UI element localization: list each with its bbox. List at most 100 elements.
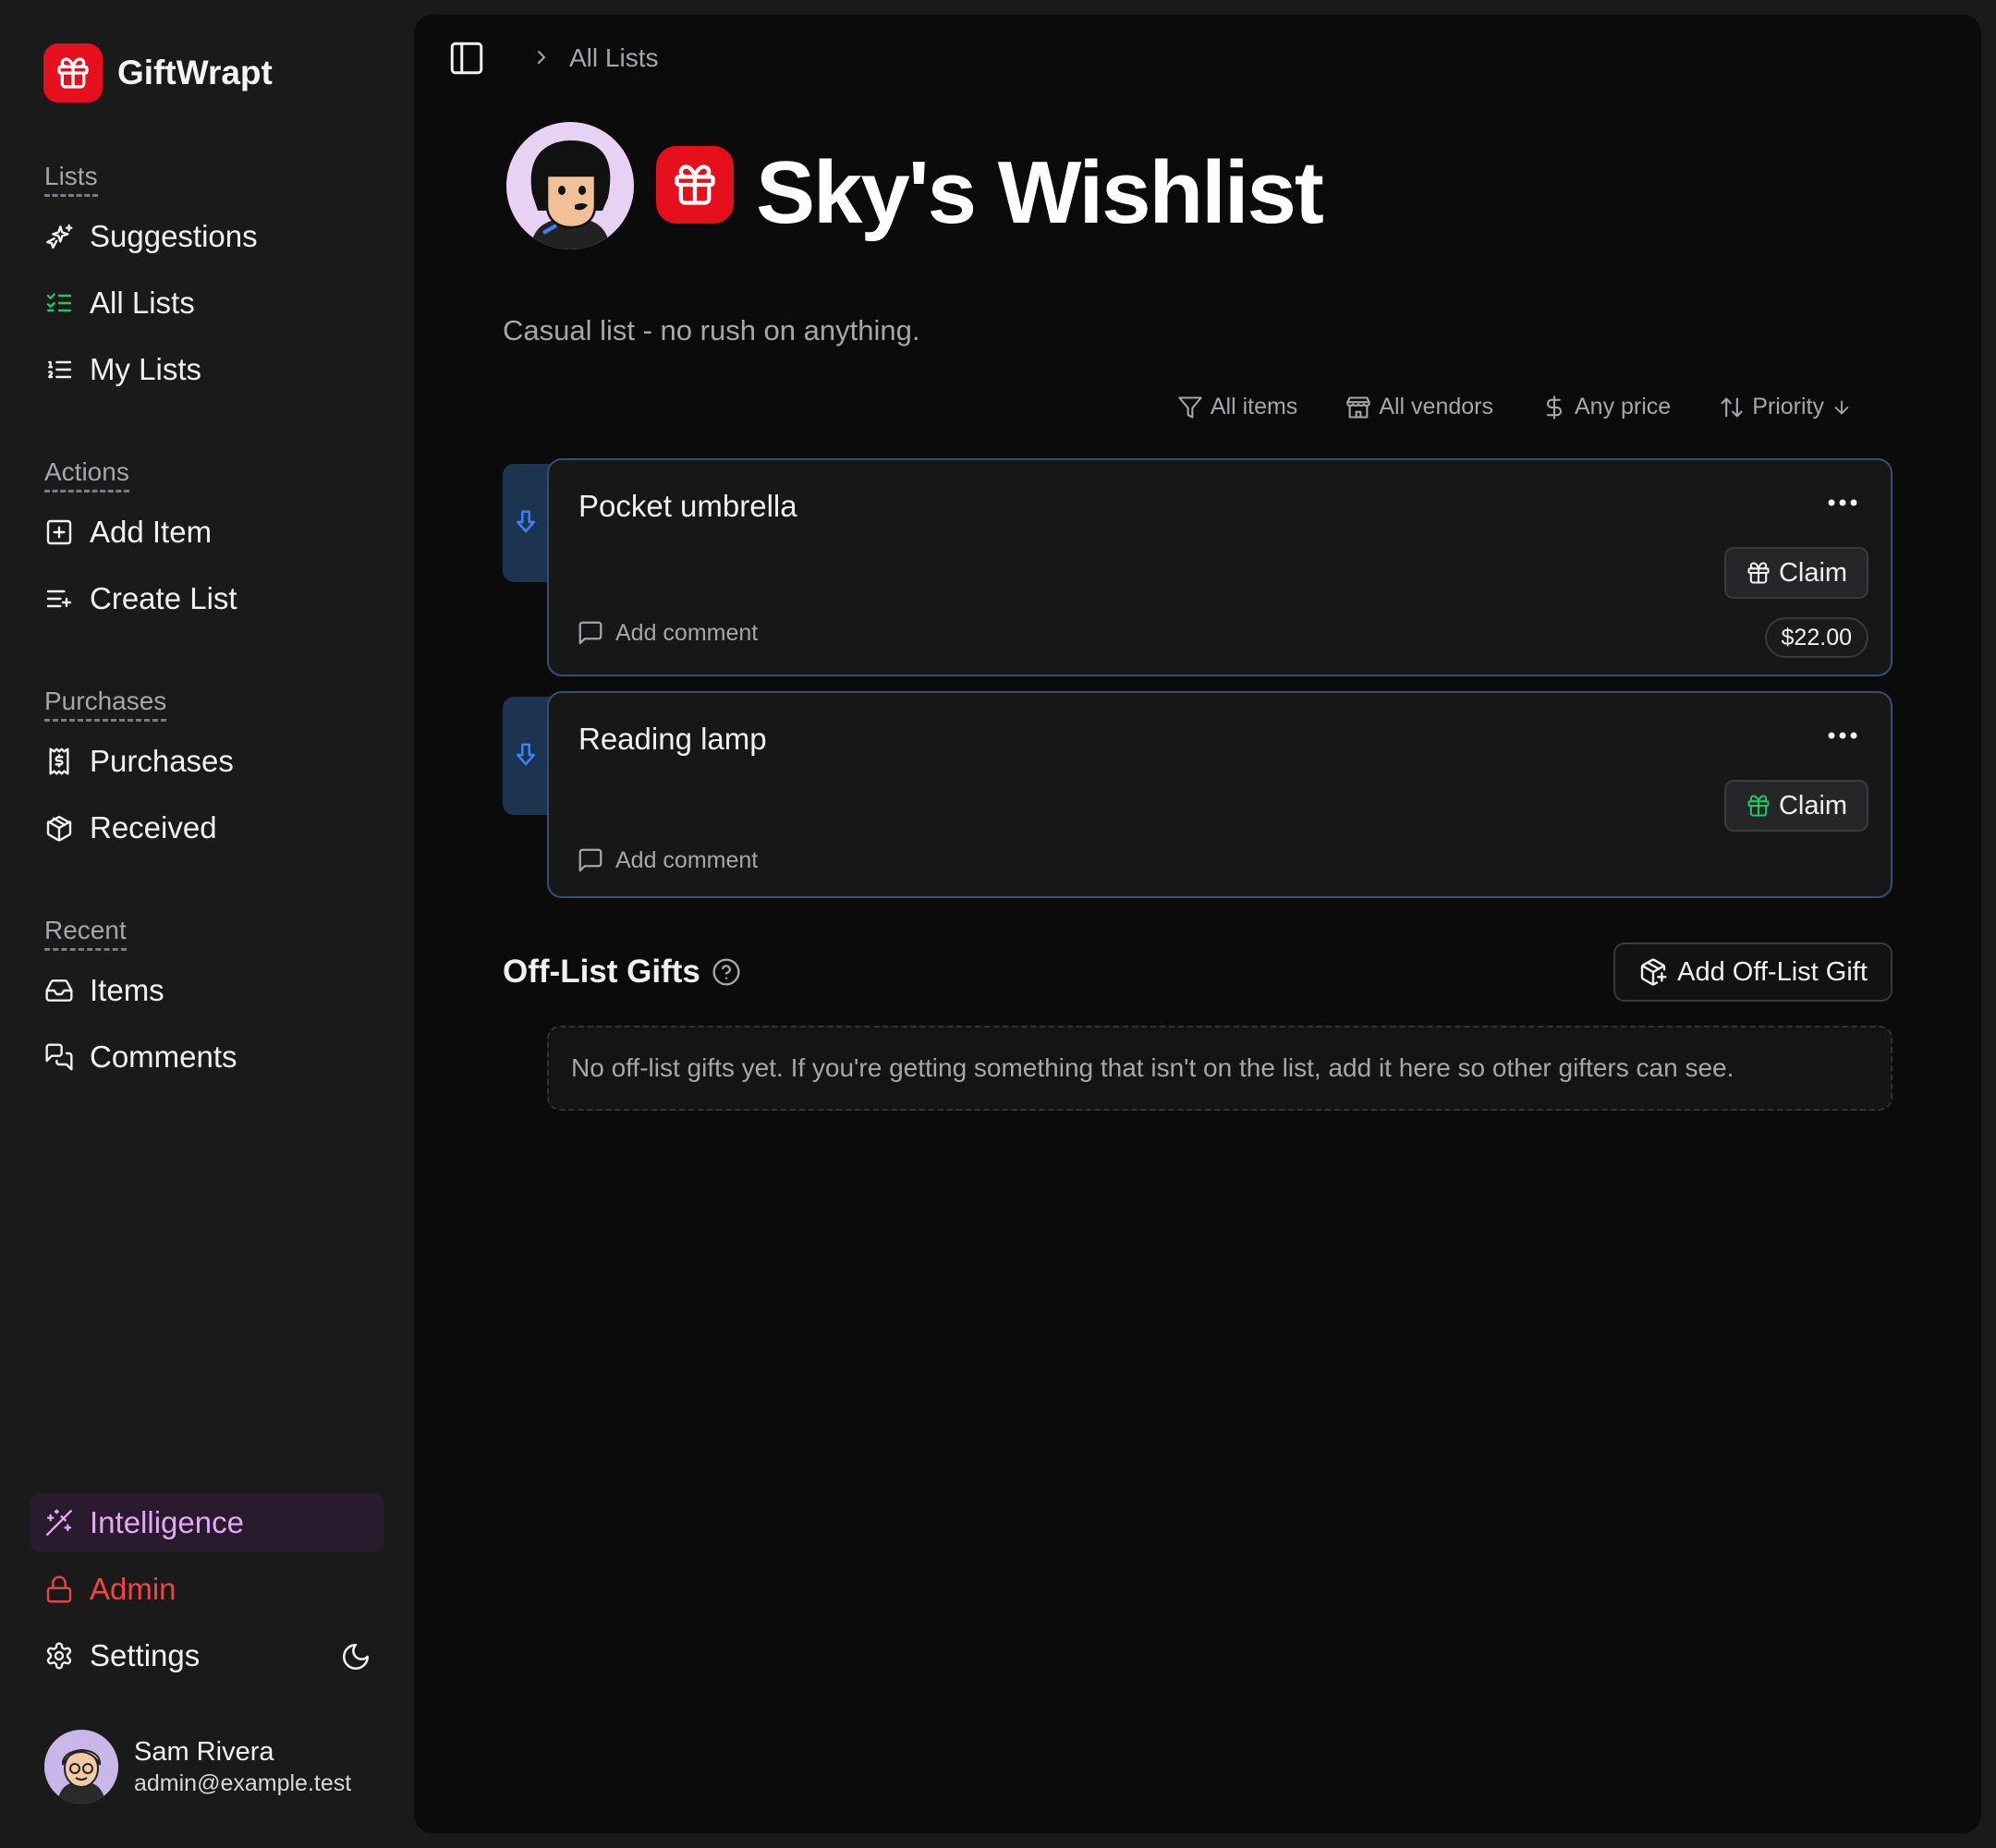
sparkles-icon: [44, 222, 74, 251]
main-panel: All Lists Sky's Wishlist Casual list - n…: [414, 15, 1981, 1833]
price-badge: $22.00: [1764, 617, 1868, 658]
list-description: Casual list - no rush on anything.: [503, 314, 920, 346]
sidebar-item-label: Admin: [90, 1572, 176, 1606]
sidebar-item-suggestions[interactable]: Suggestions: [44, 211, 258, 262]
arrow-down-priority-icon: [512, 741, 540, 769]
arrow-up-down-icon: [1719, 395, 1745, 420]
list-item: Reading lamp Claim Add comment: [503, 691, 1893, 898]
off-list-title-text: Off-List Gifts: [503, 954, 700, 990]
list-ordered-icon: [44, 355, 74, 384]
messages-icon: [44, 1042, 74, 1072]
lock-icon: [44, 1574, 74, 1604]
section-label-actions: Actions: [44, 456, 129, 492]
user-name: Sam Rivera: [134, 1737, 274, 1767]
item-card[interactable]: Pocket umbrella Claim $22.00 Add comment: [547, 458, 1893, 676]
add-comment-button[interactable]: Add comment: [577, 846, 758, 874]
filter-items[interactable]: All items: [1177, 394, 1297, 420]
section-label-recent: Recent: [44, 915, 127, 951]
sidebar-item-purchases[interactable]: Purchases: [44, 736, 234, 787]
filter-vendors[interactable]: All vendors: [1345, 394, 1493, 420]
sidebar-item-create-list[interactable]: Create List: [44, 573, 237, 625]
gift-icon: [1746, 793, 1771, 819]
item-title: Reading lamp: [578, 722, 767, 756]
sidebar-item-add-item[interactable]: Add Item: [44, 506, 212, 558]
ellipsis-icon[interactable]: [1826, 497, 1859, 508]
magic-wand-icon: [44, 1508, 74, 1538]
dollar-icon: [1541, 395, 1567, 420]
list-plus-icon: [44, 584, 74, 614]
sidebar-item-label: Add Item: [90, 515, 213, 549]
sidebar-item-comments[interactable]: Comments: [44, 1031, 237, 1083]
sidebar-item-label: Comments: [90, 1040, 237, 1074]
sidebar-item-all-lists[interactable]: All Lists: [44, 277, 195, 329]
add-off-list-gift-button[interactable]: Add Off-List Gift: [1613, 942, 1893, 1002]
chevron-right-icon: [530, 46, 553, 68]
square-plus-icon: [44, 517, 74, 547]
page-title: Sky's Wishlist: [756, 143, 1324, 242]
sidebar-item-label: Settings: [90, 1638, 201, 1672]
list-item: Pocket umbrella Claim $22.00 Add comment: [503, 458, 1893, 676]
claim-label: Claim: [1778, 790, 1848, 821]
filter-label: All vendors: [1379, 394, 1493, 419]
package-plus-icon: [1638, 957, 1668, 987]
sidebar-item-admin[interactable]: Admin: [44, 1563, 176, 1615]
breadcrumb[interactable]: All Lists: [569, 43, 658, 74]
sidebar-item-received[interactable]: Received: [44, 802, 217, 854]
moon-icon[interactable]: [340, 1641, 371, 1672]
gift-icon: [1746, 560, 1771, 586]
user-menu[interactable]: Sam Rivera admin@example.test: [44, 1730, 351, 1804]
sidebar-item-label: All Lists: [90, 286, 195, 320]
claim-button[interactable]: Claim: [1724, 547, 1868, 599]
section-title-off-list: Off-List Gifts: [503, 952, 741, 992]
message-square-icon: [577, 619, 604, 647]
sidebar-item-settings[interactable]: Settings: [44, 1630, 200, 1682]
panel-left-icon[interactable]: [447, 39, 486, 78]
funnel-icon: [1177, 395, 1203, 420]
sidebar-item-my-lists[interactable]: My Lists: [44, 344, 201, 395]
ellipsis-icon[interactable]: [1826, 730, 1859, 741]
filter-label: Any price: [1574, 394, 1672, 419]
brand[interactable]: GiftWrapt: [43, 43, 273, 103]
avatar: [44, 1730, 118, 1804]
claim-button[interactable]: Claim: [1724, 780, 1868, 832]
gift-icon: [656, 146, 734, 224]
sidebar-item-recent-items[interactable]: Items: [44, 965, 164, 1016]
off-list-empty-state: No off-list gifts yet. If you're getting…: [547, 1026, 1893, 1111]
filter-price[interactable]: Any price: [1541, 394, 1671, 420]
sidebar-item-intelligence[interactable]: Intelligence: [30, 1493, 384, 1552]
gift-icon: [43, 43, 103, 103]
package-open-icon: [44, 813, 74, 843]
inbox-icon: [44, 976, 74, 1005]
message-square-icon: [577, 846, 604, 874]
add-comment-label: Add comment: [615, 846, 759, 873]
help-circle-icon[interactable]: [712, 957, 741, 987]
sidebar-item-label: My Lists: [90, 352, 202, 386]
sidebar-item-label: Purchases: [90, 744, 234, 778]
item-card[interactable]: Reading lamp Claim Add comment: [547, 691, 1893, 898]
add-comment-label: Add comment: [615, 619, 759, 646]
filter-bar: All items All vendors Any price Priority: [1177, 394, 1852, 420]
list-owner-avatar: [506, 122, 634, 249]
sidebar-item-label: Create List: [90, 581, 237, 615]
sidebar-item-label: Suggestions: [90, 219, 258, 253]
sidebar-item-label: Intelligence: [90, 1505, 244, 1539]
sidebar-item-label: Items: [90, 973, 164, 1007]
section-label-lists: Lists: [44, 161, 98, 197]
list-checks-icon: [44, 288, 74, 318]
arrow-down-icon: [1832, 397, 1852, 418]
brand-name: GiftWrapt: [117, 54, 273, 91]
sidebar-item-label: Received: [90, 810, 217, 845]
filter-label: Priority: [1752, 394, 1824, 419]
gear-icon: [44, 1641, 74, 1671]
add-comment-button[interactable]: Add comment: [577, 619, 758, 647]
sort-priority[interactable]: Priority: [1719, 394, 1852, 420]
arrow-down-priority-icon: [512, 508, 540, 536]
section-label-purchases: Purchases: [44, 686, 167, 722]
item-title: Pocket umbrella: [578, 489, 797, 523]
receipt-icon: [44, 747, 74, 776]
sidebar: GiftWrapt Lists Suggestions All Lists My…: [0, 0, 414, 1848]
claim-label: Claim: [1778, 557, 1848, 588]
user-email: admin@example.test: [134, 1770, 352, 1796]
store-icon: [1345, 395, 1371, 420]
add-off-list-label: Add Off-List Gift: [1677, 956, 1868, 987]
